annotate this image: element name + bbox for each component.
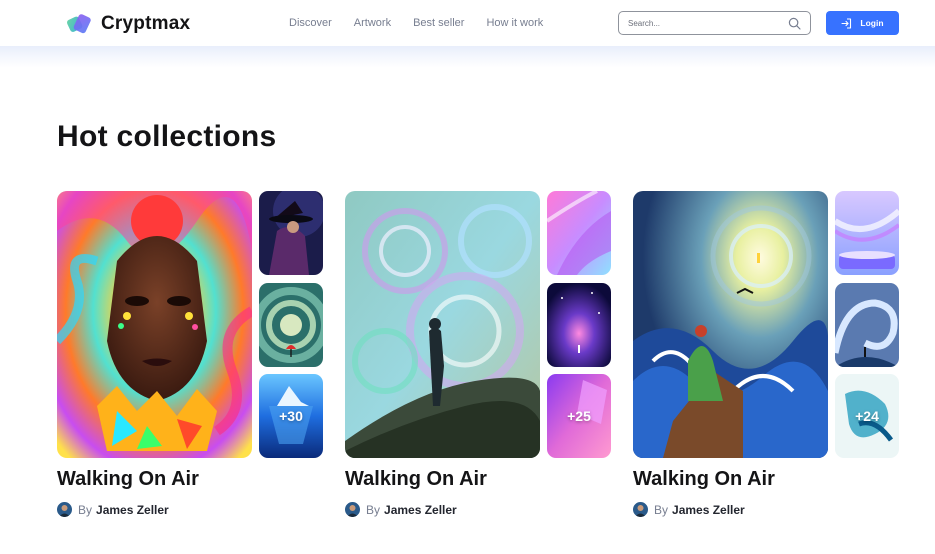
collection-card[interactable]: +24 Walking On Air By James Zeller [633, 191, 899, 521]
search-icon[interactable] [788, 17, 801, 30]
collection-title[interactable]: Walking On Air [345, 468, 487, 491]
author-name: James Zeller [672, 502, 745, 517]
by-label: By [654, 502, 669, 517]
collection-card[interactable]: +30 Walking On Air By James Zeller [57, 191, 323, 521]
login-button[interactable]: Login [826, 11, 899, 35]
main-nav: Discover Artwork Best seller How it work [289, 17, 565, 30]
nav-discover[interactable]: Discover [289, 17, 332, 30]
author-name: James Zeller [96, 502, 169, 517]
search-box [618, 11, 811, 35]
collection-author[interactable]: By James Zeller [633, 502, 745, 517]
collection-thumbnail[interactable] [835, 283, 899, 367]
avatar [57, 502, 72, 517]
collection-thumbnail[interactable] [547, 191, 611, 275]
avatar [633, 502, 648, 517]
top-navbar: Cryptmax Discover Artwork Best seller Ho… [0, 0, 935, 46]
collection-main-image[interactable] [345, 191, 540, 458]
nav-how-it-work[interactable]: How it work [486, 17, 543, 30]
avatar [345, 502, 360, 517]
section-title: Hot collections [57, 120, 277, 153]
more-count: +25 [567, 408, 591, 424]
collection-thumbnail[interactable] [547, 283, 611, 367]
login-icon [841, 17, 852, 29]
collection-card[interactable]: +25 Walking On Air By James Zeller [345, 191, 611, 521]
search-input[interactable] [628, 18, 778, 28]
collection-author[interactable]: By James Zeller [57, 502, 169, 517]
collection-thumbnail[interactable] [259, 283, 323, 367]
brand-logo[interactable]: Cryptmax [66, 10, 190, 38]
by-label: By [78, 502, 93, 517]
collection-thumbnail-more[interactable]: +24 [835, 374, 899, 458]
by-label: By [366, 502, 381, 517]
collection-author[interactable]: By James Zeller [345, 502, 457, 517]
cube-logo-icon [66, 10, 94, 38]
author-name: James Zeller [384, 502, 457, 517]
more-count: +30 [279, 408, 303, 424]
collection-thumbnail-more[interactable]: +25 [547, 374, 611, 458]
collection-thumbnail-more[interactable]: +30 [259, 374, 323, 458]
collection-title[interactable]: Walking On Air [633, 468, 775, 491]
collection-thumbnail[interactable] [835, 191, 899, 275]
more-count: +24 [855, 408, 879, 424]
nav-artwork[interactable]: Artwork [354, 17, 391, 30]
collection-main-image[interactable] [57, 191, 252, 458]
brand-name: Cryptmax [101, 13, 191, 34]
header-shadow [0, 46, 935, 68]
login-label: Login [860, 18, 884, 28]
collection-main-image[interactable] [633, 191, 828, 458]
collection-thumbnail[interactable] [259, 191, 323, 275]
nav-best-seller[interactable]: Best seller [413, 17, 464, 30]
collection-title[interactable]: Walking On Air [57, 468, 199, 491]
